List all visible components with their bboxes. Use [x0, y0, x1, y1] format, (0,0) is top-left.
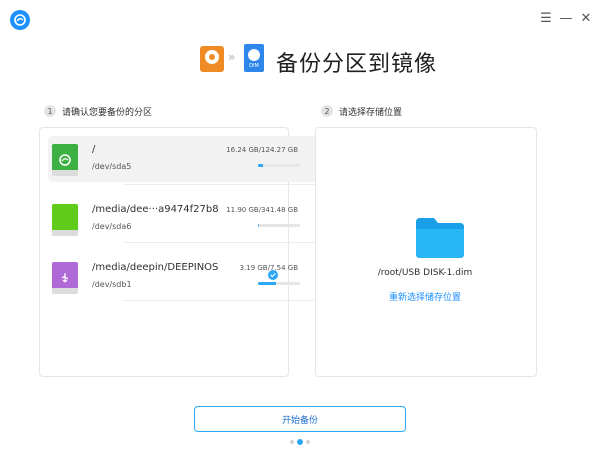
usage-bar — [258, 224, 300, 227]
dim-file-icon: DIM — [244, 44, 264, 72]
partition-icon — [52, 204, 78, 238]
partition-row[interactable]: / /dev/sda5 16.24 GB/124.27 GB — [48, 136, 318, 182]
dim-label: DIM — [249, 63, 259, 69]
partition-list: / /dev/sda5 16.24 GB/124.27 GB /media/de… — [39, 127, 318, 377]
step-1-number: 1 — [44, 105, 56, 117]
usage-bar — [258, 164, 300, 167]
destination-path: /root/USB DISK-1.dim — [377, 268, 473, 278]
page-title: 备份分区到镜像 — [276, 52, 438, 77]
partition-icon — [200, 46, 224, 72]
start-backup-button[interactable]: 开始备份 — [194, 406, 406, 432]
partition-name: /media/deepin/DEEPINOS — [92, 262, 219, 273]
app-logo-icon — [10, 10, 30, 30]
partition-row[interactable]: /media/dee···a9474f27b8 /dev/sda6 11.90 … — [48, 196, 318, 242]
page-indicator-dot — [306, 440, 310, 444]
step-2-label: 请选择存储位置 — [339, 108, 403, 118]
menu-icon[interactable]: ☰ — [536, 8, 556, 28]
partition-device: /dev/sda5 — [92, 162, 132, 171]
page-indicator-dot — [290, 440, 294, 444]
usage-bar — [258, 282, 300, 285]
partition-size: 16.24 GB/124.27 GB — [226, 146, 298, 154]
usb-partition-icon — [52, 262, 78, 296]
deepin-partition-icon — [52, 144, 78, 178]
arrow-icon: » — [228, 50, 236, 64]
selected-check-icon — [268, 270, 278, 280]
partition-device: /dev/sdb1 — [92, 280, 132, 289]
close-button[interactable]: ✕ — [576, 8, 596, 28]
partition-size: 11.90 GB/341.48 GB — [226, 206, 298, 214]
page-indicator-dot-active — [297, 439, 303, 445]
step-2-number: 2 — [321, 105, 333, 117]
step-1-label: 请确认您要备份的分区 — [62, 108, 153, 118]
partition-device: /dev/sda6 — [92, 222, 132, 231]
folder-icon — [416, 218, 464, 258]
partition-name: / — [92, 144, 96, 155]
partition-name: /media/dee···a9474f27b8 — [92, 204, 219, 215]
reselect-location-link[interactable]: 重新选择储存位置 — [316, 290, 534, 303]
minimize-button[interactable]: — — [556, 8, 576, 28]
